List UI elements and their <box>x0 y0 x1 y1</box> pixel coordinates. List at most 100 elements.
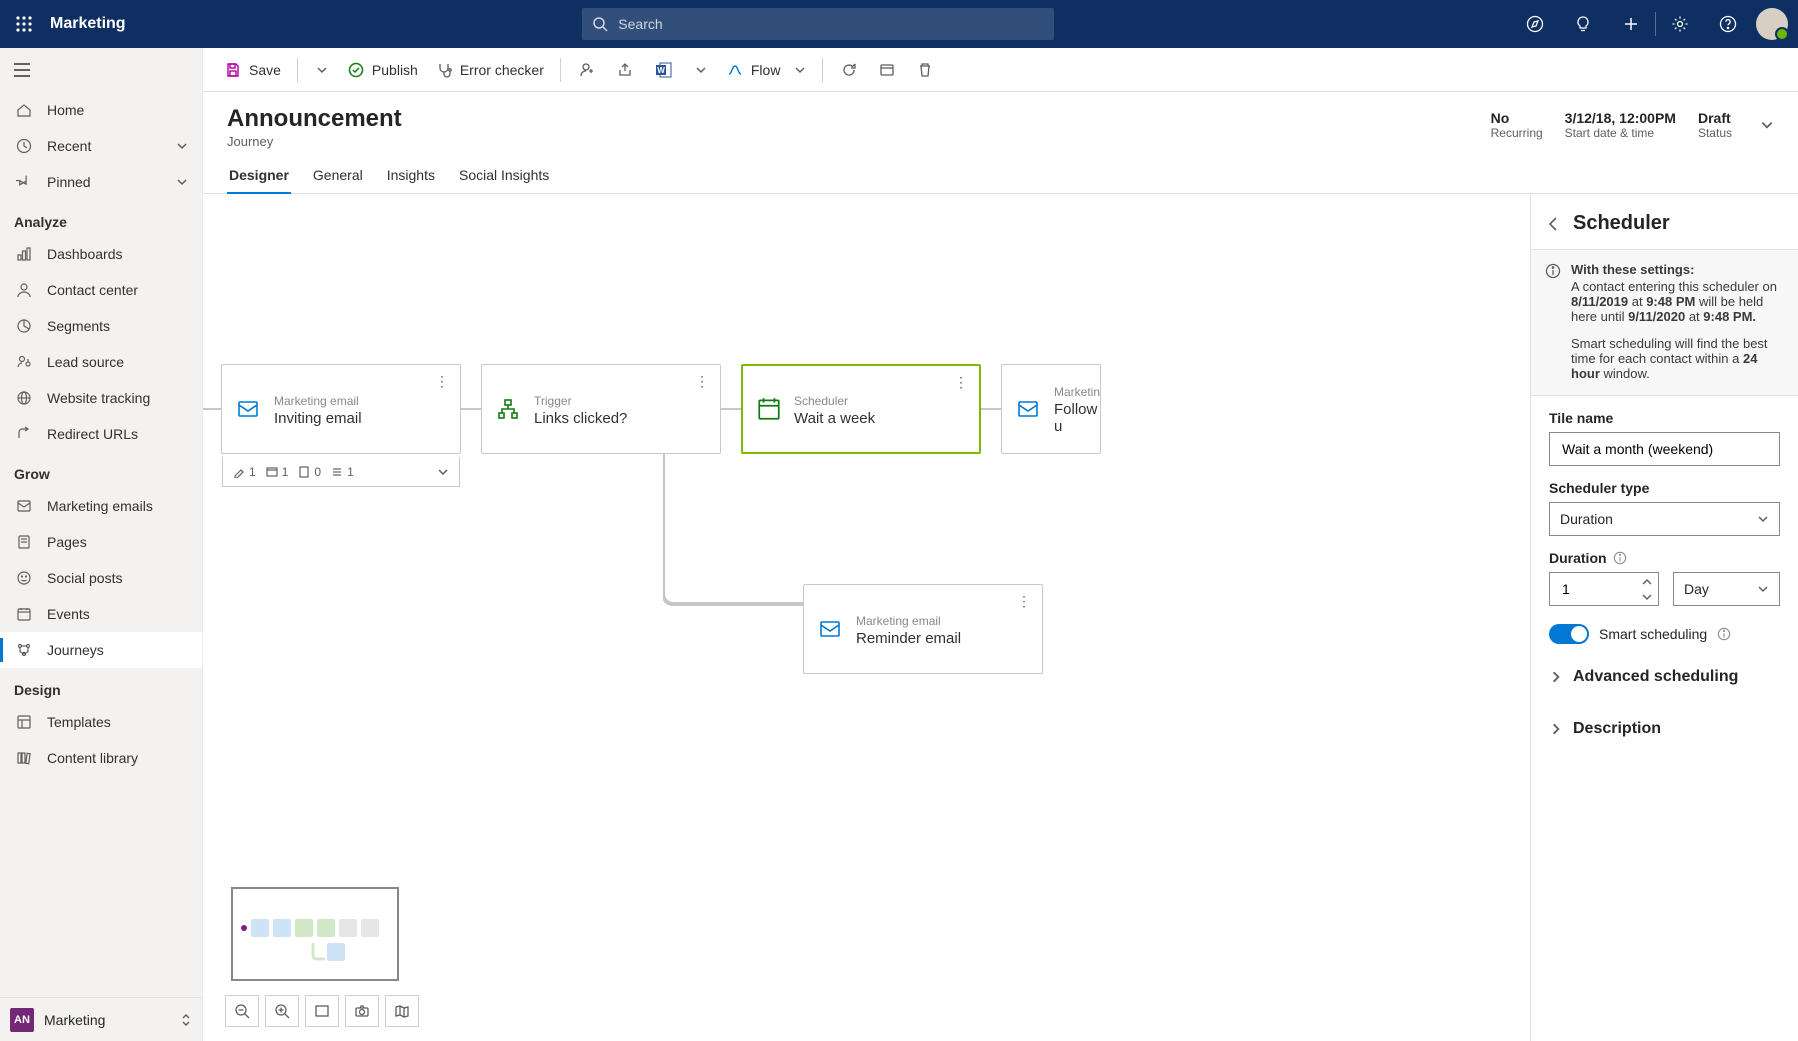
nav-pinned[interactable]: Pinned <box>0 164 202 200</box>
fit-screen[interactable] <box>305 995 339 1027</box>
site-nav: Home Recent Pinned Analyze Dashboards Co… <box>0 48 203 1041</box>
info-icon[interactable] <box>1717 627 1731 641</box>
tile-more[interactable]: ⋮ <box>951 372 971 392</box>
minimap[interactable] <box>231 887 399 981</box>
list-icon <box>331 466 343 478</box>
nav-contact-center[interactable]: Contact center <box>0 272 202 308</box>
record-header: Announcement Journey NoRecurring 3/12/18… <box>203 92 1798 149</box>
zoom-out-icon <box>234 1003 250 1019</box>
lead-icon <box>16 354 32 370</box>
tab-general[interactable]: General <box>311 159 365 193</box>
info-icon <box>1545 263 1561 279</box>
nav-website-tracking[interactable]: Website tracking <box>0 380 202 416</box>
scheduler-type-select[interactable]: Duration <box>1549 502 1780 536</box>
library-icon <box>16 750 32 766</box>
nav-social-posts[interactable]: Social posts <box>0 560 202 596</box>
nav-content-library[interactable]: Content library <box>0 740 202 776</box>
app-launcher[interactable] <box>0 0 48 48</box>
tile-reminder-email[interactable]: ⋮ Marketing email Reminder email <box>803 584 1043 674</box>
pie-icon <box>16 318 32 334</box>
user-avatar[interactable] <box>1756 8 1788 40</box>
spin-up[interactable] <box>1637 574 1657 589</box>
delete-button[interactable] <box>907 52 943 88</box>
chevron-right-icon <box>1549 670 1563 684</box>
zoom-controls <box>225 995 419 1027</box>
spin-down[interactable] <box>1637 589 1657 604</box>
nav-pages[interactable]: Pages <box>0 524 202 560</box>
flow-button[interactable]: Flow <box>719 52 815 88</box>
panel-back[interactable] <box>1545 215 1563 233</box>
toggle-minimap[interactable] <box>385 995 419 1027</box>
chevron-down-icon <box>437 466 449 478</box>
nav-lead-source[interactable]: Lead source <box>0 344 202 380</box>
assistant-button[interactable] <box>1559 0 1607 48</box>
tile-marketing-email-2[interactable]: Marketin Follow u <box>1001 364 1101 454</box>
word-template-button[interactable]: W <box>645 52 683 88</box>
nav-marketing-emails[interactable]: Marketing emails <box>0 488 202 524</box>
tile-more[interactable]: ⋮ <box>1014 591 1034 611</box>
duration-value[interactable] <box>1549 572 1659 606</box>
global-search[interactable] <box>582 8 1054 40</box>
tile-name-input[interactable] <box>1560 440 1769 458</box>
record-title: Announcement <box>227 106 402 132</box>
tile-stats: 1 1 0 1 <box>222 457 460 487</box>
tile-marketing-email-1[interactable]: ⋮ Marketing email Inviting email 1 1 0 1 <box>221 364 461 454</box>
map-icon <box>394 1003 410 1019</box>
chevron-down-icon <box>176 176 188 188</box>
panel-title: Scheduler <box>1573 212 1670 235</box>
tile-expand[interactable] <box>437 466 449 478</box>
chevron-right-icon <box>1549 722 1563 736</box>
mail-icon <box>236 397 260 421</box>
chevron-up-icon <box>1642 578 1652 586</box>
nav-home[interactable]: Home <box>0 92 202 128</box>
tile-trigger[interactable]: ⋮ Trigger Links clicked? <box>481 364 721 454</box>
refresh-button[interactable] <box>831 52 867 88</box>
process-button[interactable] <box>869 52 905 88</box>
info-icon[interactable] <box>1613 551 1627 565</box>
nav-journeys[interactable]: Journeys <box>0 632 202 668</box>
home-icon <box>16 102 32 118</box>
chevron-down-icon <box>1757 583 1769 595</box>
word-dropdown[interactable] <box>685 52 717 88</box>
tile-scheduler[interactable]: ⋮ Scheduler Wait a week <box>741 364 981 454</box>
journey-canvas[interactable]: ⋮ ⋮ Marketing email Inviting email 1 <box>203 194 1530 1041</box>
header-expand[interactable] <box>1760 110 1774 140</box>
header-meta: NoRecurring 3/12/18, 12:00PMStart date &… <box>1491 110 1774 140</box>
nav-dashboards[interactable]: Dashboards <box>0 236 202 272</box>
tile-name-label: Tile name <box>1549 410 1780 426</box>
publish-button[interactable]: Publish <box>340 52 426 88</box>
nav-recent[interactable]: Recent <box>0 128 202 164</box>
nav-redirect-urls[interactable]: Redirect URLs <box>0 416 202 452</box>
share-button[interactable] <box>607 52 643 88</box>
search-input[interactable] <box>616 15 1044 33</box>
nav-group-analyze: Analyze <box>0 200 202 236</box>
command-bar: Save Publish Error checker W Flow <box>203 48 1798 92</box>
tab-insights[interactable]: Insights <box>385 159 437 193</box>
add-button[interactable] <box>1607 0 1655 48</box>
description-section[interactable]: Description <box>1549 710 1780 748</box>
error-checker-button[interactable]: Error checker <box>428 52 552 88</box>
zoom-in[interactable] <box>265 995 299 1027</box>
help-button[interactable] <box>1704 0 1752 48</box>
chevron-down-icon <box>316 64 328 76</box>
nav-segments[interactable]: Segments <box>0 308 202 344</box>
tab-social-insights[interactable]: Social Insights <box>457 159 551 193</box>
save-button[interactable]: Save <box>217 52 289 88</box>
smart-scheduling-toggle[interactable] <box>1549 624 1589 644</box>
chevron-down-icon <box>1760 118 1774 132</box>
task-flow-button[interactable] <box>1511 0 1559 48</box>
save-dropdown[interactable] <box>306 52 338 88</box>
nav-templates[interactable]: Templates <box>0 704 202 740</box>
assign-button[interactable] <box>569 52 605 88</box>
tile-more[interactable]: ⋮ <box>432 371 452 391</box>
window-icon <box>879 62 895 78</box>
zoom-out[interactable] <box>225 995 259 1027</box>
nav-toggle[interactable] <box>0 48 202 92</box>
tab-designer[interactable]: Designer <box>227 159 291 193</box>
snapshot[interactable] <box>345 995 379 1027</box>
settings-button[interactable] <box>1656 0 1704 48</box>
tile-more[interactable]: ⋮ <box>692 371 712 391</box>
nav-events[interactable]: Events <box>0 596 202 632</box>
advanced-scheduling[interactable]: Advanced scheduling <box>1549 658 1780 696</box>
area-switcher[interactable]: AN Marketing <box>0 997 202 1041</box>
